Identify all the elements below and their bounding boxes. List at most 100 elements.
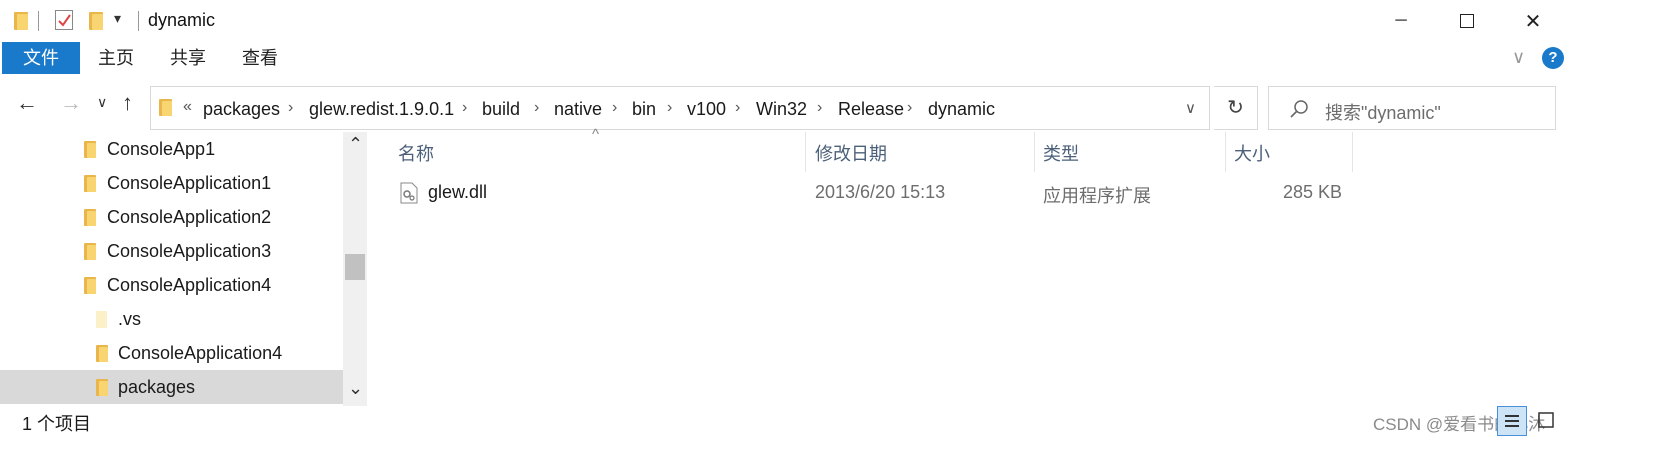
breadcrumb-v100[interactable]: v100	[687, 99, 726, 120]
address-bar[interactable]: « packages › glew.redist.1.9.0.1 › build…	[150, 86, 1210, 130]
tree-item[interactable]: ConsoleApplication3	[0, 234, 343, 268]
tree-item-label: packages	[118, 377, 196, 397]
folder-icon	[84, 209, 96, 226]
large-icons-view-icon	[1538, 412, 1554, 428]
column-header-modified[interactable]: 修改日期	[815, 140, 887, 166]
recent-locations-button[interactable]: ∨	[97, 94, 107, 111]
item-count: 1 个项目	[22, 414, 92, 434]
column-divider[interactable]	[1034, 132, 1035, 172]
details-view-icon	[1505, 415, 1519, 427]
new-folder-icon[interactable]	[89, 12, 103, 30]
hidden-folder-icon	[96, 311, 107, 328]
search-icon	[1290, 100, 1308, 118]
breadcrumb-native[interactable]: native	[554, 99, 602, 120]
minimize-button[interactable]: ─	[1378, 0, 1424, 42]
tree-item[interactable]: ConsoleApplication2	[0, 200, 343, 234]
scroll-down-icon[interactable]: ⌄	[348, 378, 363, 399]
column-header-name[interactable]: 名称	[398, 140, 434, 166]
tree-item-label: .vs	[118, 309, 142, 329]
column-divider[interactable]	[1352, 132, 1353, 172]
tab-file[interactable]: 文件	[2, 42, 80, 74]
file-name: glew.dll	[428, 182, 488, 202]
maximize-button[interactable]	[1444, 0, 1490, 42]
tree-item[interactable]: ConsoleApplication4	[0, 336, 343, 370]
breadcrumb-build[interactable]: build	[482, 99, 520, 120]
search-input[interactable]: 搜索"dynamic"	[1325, 99, 1441, 125]
title-divider	[138, 11, 139, 31]
tree-item-label: ConsoleApplication1	[107, 173, 272, 193]
folder-icon	[84, 277, 96, 294]
column-header-size[interactable]: 大小	[1234, 140, 1270, 166]
tree-item[interactable]: .vs	[0, 302, 343, 336]
breadcrumb-sep[interactable]: ›	[735, 99, 740, 117]
breadcrumb-sep[interactable]: ›	[667, 99, 672, 117]
tree-item[interactable]: ConsoleApp1	[0, 132, 343, 166]
breadcrumb-sep[interactable]: ›	[462, 99, 467, 117]
tree-item-label: ConsoleApplication4	[107, 275, 272, 295]
file-type: 应用程序扩展	[1043, 186, 1151, 206]
breadcrumb-release[interactable]: Release	[838, 99, 904, 120]
column-header-type[interactable]: 类型	[1043, 140, 1079, 166]
breadcrumb-win32[interactable]: Win32	[756, 99, 807, 120]
column-divider[interactable]	[805, 132, 806, 172]
breadcrumb-sep[interactable]: ›	[534, 99, 539, 117]
breadcrumb-dynamic[interactable]: dynamic	[928, 99, 995, 120]
location-folder-icon	[159, 99, 172, 116]
tree-item-label: ConsoleApplication4	[118, 343, 283, 363]
tree-item[interactable]: ConsoleApplication4	[0, 268, 343, 302]
breadcrumb-sep[interactable]: ›	[612, 99, 617, 117]
tab-home[interactable]: 主页	[86, 42, 146, 74]
back-button[interactable]: ←	[16, 90, 38, 116]
toolbar-divider	[38, 11, 39, 31]
navigation-pane: ConsoleApp1 ConsoleApplication1 ConsoleA…	[0, 132, 370, 406]
tab-view[interactable]: 查看	[230, 42, 290, 74]
folder-icon	[96, 379, 108, 396]
folder-icon	[84, 243, 96, 260]
tree-item[interactable]: ConsoleApplication1	[0, 166, 343, 200]
sort-indicator-icon: ^	[592, 126, 600, 143]
close-button[interactable]: ✕	[1510, 0, 1556, 42]
tree-item-selected[interactable]: packages	[0, 370, 343, 404]
file-modified: 2013/6/20 15:13	[815, 182, 946, 202]
address-row: ← → ∨ ↑ « packages › glew.redist.1.9.0.1…	[0, 80, 1665, 130]
tree-item-label: ConsoleApp1	[107, 139, 216, 159]
overflow-crumbs[interactable]: «	[183, 98, 192, 116]
status-bar: 1 个项目 CSDN @爱看书的小沐	[0, 406, 1665, 436]
folder-icon	[96, 345, 108, 362]
customize-quick-access-icon[interactable]: ▾	[114, 10, 121, 27]
help-icon[interactable]: ?	[1542, 47, 1564, 69]
tab-share[interactable]: 共享	[158, 42, 218, 74]
folder-icon	[84, 175, 96, 192]
search-box[interactable]: 搜索"dynamic"	[1268, 86, 1556, 130]
scroll-up-icon[interactable]: ⌃	[348, 134, 363, 155]
window-title: dynamic	[148, 10, 216, 30]
details-view-button[interactable]	[1497, 406, 1527, 436]
breadcrumb-bin[interactable]: bin	[632, 99, 656, 120]
ribbon-tabs: 文件 主页 共享 查看 ∨ ?	[0, 42, 1665, 76]
folder-icon	[84, 141, 96, 158]
tree-scrollbar[interactable]: ⌃ ⌄	[343, 132, 367, 406]
ribbon-collapse-icon[interactable]: ∨	[1512, 47, 1525, 68]
column-divider[interactable]	[1225, 132, 1226, 172]
up-button[interactable]: ↑	[122, 90, 133, 116]
scrollbar-thumb[interactable]	[345, 254, 365, 280]
breadcrumb-sep[interactable]: ›	[288, 99, 293, 117]
maximize-icon	[1460, 14, 1474, 28]
tree-item-label: ConsoleApplication2	[107, 207, 272, 227]
forward-button[interactable]: →	[60, 90, 82, 116]
file-size: 285 KB	[1282, 182, 1342, 202]
table-row[interactable]: glew.dll 2013/6/20 15:13 应用程序扩展 285 KB	[380, 176, 1360, 210]
properties-icon[interactable]	[55, 10, 73, 30]
breadcrumb-glew-redist[interactable]: glew.redist.1.9.0.1	[309, 99, 454, 120]
address-dropdown-icon[interactable]: ∨	[1185, 99, 1196, 117]
refresh-button[interactable]: ↻	[1214, 86, 1258, 130]
dll-file-icon	[400, 182, 418, 204]
breadcrumb-sep[interactable]: ›	[907, 99, 912, 117]
breadcrumb-packages[interactable]: packages	[203, 99, 280, 120]
breadcrumb-sep[interactable]: ›	[817, 99, 822, 117]
folder-icon	[14, 12, 28, 30]
file-list: ^ 名称 修改日期 类型 大小 glew.dll 2013/6/20 15:13…	[380, 126, 1665, 406]
title-bar: ▾ dynamic ─ ✕	[0, 0, 1665, 42]
tree-item-label: ConsoleApplication3	[107, 241, 272, 261]
large-icons-view-button[interactable]	[1532, 406, 1562, 436]
